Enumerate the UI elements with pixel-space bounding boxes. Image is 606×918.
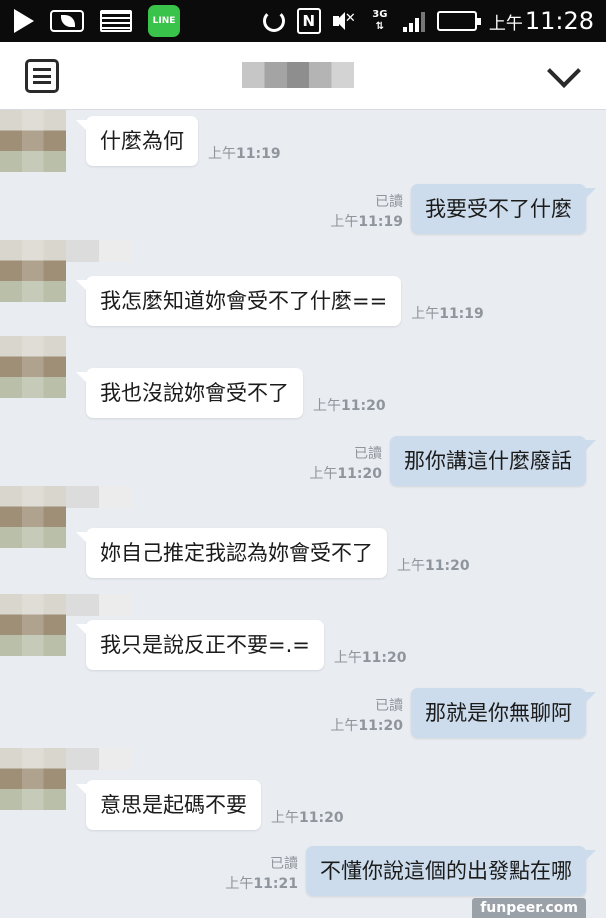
status-bar-system: N 3G⇅ 上午 11:28 xyxy=(262,0,594,42)
message-outgoing: 已讀 上午11:20 那就是你無聊阿 xyxy=(330,688,596,738)
watermark: funpeer.com xyxy=(472,898,586,918)
chevron-down-icon[interactable] xyxy=(547,54,581,88)
read-receipt: 已讀 xyxy=(375,194,403,210)
message-bubble[interactable]: 我要受不了什麼 xyxy=(411,184,596,234)
nfc-icon: N xyxy=(296,8,321,34)
network-icon: 3G ⇅ xyxy=(372,9,388,32)
avatar[interactable] xyxy=(0,240,66,302)
play-icon xyxy=(14,9,34,33)
message-meta: 上午11:19 xyxy=(411,304,484,324)
message-ampm: 上午 xyxy=(333,650,362,666)
message-time: 11:19 xyxy=(358,214,403,230)
message-bubble[interactable]: 不懂你說這個的出發點在哪 xyxy=(306,846,596,896)
message-incoming: 我只是說反正不要=.= 上午11:20 xyxy=(76,620,407,670)
avatar[interactable] xyxy=(0,336,66,398)
read-receipt: 已讀 xyxy=(270,856,298,872)
message-meta: 上午11:20 xyxy=(313,396,386,416)
message-bubble[interactable]: 意思是起碼不要 xyxy=(76,780,261,830)
chat-header xyxy=(0,42,606,110)
message-incoming: 我怎麼知道妳會受不了什麼== 上午11:19 xyxy=(75,276,484,326)
message-outgoing: 已讀 上午11:21 不懂你說這個的出發點在哪 xyxy=(225,846,596,896)
message-time: 11:20 xyxy=(358,718,403,734)
avatar-blur xyxy=(66,748,132,770)
avatar[interactable] xyxy=(0,748,66,810)
message-incoming: 我也沒說妳會受不了 上午11:20 xyxy=(76,368,386,418)
mute-icon xyxy=(332,11,357,30)
message-bubble[interactable]: 那就是你無聊阿 xyxy=(411,688,596,738)
status-bar-notifications: LINE xyxy=(14,0,180,42)
message-bubble[interactable]: 什麼為何 xyxy=(76,116,198,166)
message-time: 11:19 xyxy=(236,146,281,162)
message-time: 11:20 xyxy=(299,810,344,826)
message-ampm: 上午 xyxy=(330,718,359,734)
read-receipt: 已讀 xyxy=(375,698,403,714)
message-bubble[interactable]: 妳自己推定我認為妳會受不了 xyxy=(76,528,387,578)
message-time: 11:20 xyxy=(425,558,470,574)
avatar-blur xyxy=(66,486,132,508)
message-time: 11:21 xyxy=(253,876,298,892)
message-ampm: 上午 xyxy=(225,876,254,892)
ring-icon xyxy=(262,10,285,32)
message-incoming: 什麼為何 上午11:19 xyxy=(76,116,281,166)
chat-thread[interactable]: 什麼為何 上午11:19 已讀 上午11:19 我要受不了什麼 我怎麼知道妳會受… xyxy=(0,110,606,918)
contact-name-pixelated xyxy=(242,62,354,88)
network-type: 3G xyxy=(372,9,388,20)
avatar[interactable] xyxy=(0,110,66,172)
message-meta: 上午11:19 xyxy=(208,144,281,164)
message-ampm: 上午 xyxy=(330,214,359,230)
avatar[interactable] xyxy=(0,486,66,548)
message-bubble[interactable]: 我也沒說妳會受不了 xyxy=(76,368,303,418)
message-bubble[interactable]: 我只是說反正不要=.= xyxy=(76,620,324,670)
avatar-blur xyxy=(66,594,132,616)
message-meta: 上午11:20 xyxy=(271,808,344,828)
message-meta: 已讀 上午11:21 xyxy=(225,854,298,894)
status-clock: 上午 11:28 xyxy=(489,7,594,35)
leaf-icon xyxy=(50,10,84,32)
read-receipt: 已讀 xyxy=(354,446,382,462)
message-meta: 已讀 上午11:20 xyxy=(330,696,403,736)
message-incoming: 妳自己推定我認為妳會受不了 上午11:20 xyxy=(76,528,470,578)
message-bubble[interactable]: 我怎麼知道妳會受不了什麼== xyxy=(75,276,402,326)
clock-time: 11:28 xyxy=(524,7,594,35)
battery-icon xyxy=(436,11,481,31)
image-icon xyxy=(100,10,132,32)
message-ampm: 上午 xyxy=(411,306,440,322)
line-icon: LINE xyxy=(148,5,180,37)
avatar[interactable] xyxy=(0,594,66,656)
message-ampm: 上午 xyxy=(208,146,236,162)
message-outgoing: 已讀 上午11:19 我要受不了什麼 xyxy=(330,184,596,234)
message-time: 11:20 xyxy=(361,650,407,666)
message-outgoing: 已讀 上午11:20 那你講這什麼廢話 xyxy=(309,436,596,486)
message-meta: 已讀 上午11:20 xyxy=(309,444,382,484)
message-ampm: 上午 xyxy=(397,558,425,574)
message-ampm: 上午 xyxy=(313,398,341,414)
message-meta: 上午11:20 xyxy=(334,648,407,668)
status-bar: LINE N 3G⇅ 上午 11:28 xyxy=(0,0,606,42)
message-incoming: 意思是起碼不要 上午11:20 xyxy=(76,780,344,830)
message-meta: 上午11:20 xyxy=(397,556,470,576)
message-ampm: 上午 xyxy=(309,466,338,482)
message-bubble[interactable]: 那你講這什麼廢話 xyxy=(390,436,596,486)
avatar-blur xyxy=(66,240,132,262)
message-meta: 已讀 上午11:19 xyxy=(330,192,403,232)
message-time: 11:19 xyxy=(439,306,484,322)
message-time: 11:20 xyxy=(341,398,386,414)
message-ampm: 上午 xyxy=(271,810,299,826)
message-time: 11:20 xyxy=(337,466,382,482)
clock-ampm: 上午 xyxy=(488,14,523,34)
signal-icon xyxy=(402,10,425,32)
menu-icon[interactable] xyxy=(25,59,59,93)
